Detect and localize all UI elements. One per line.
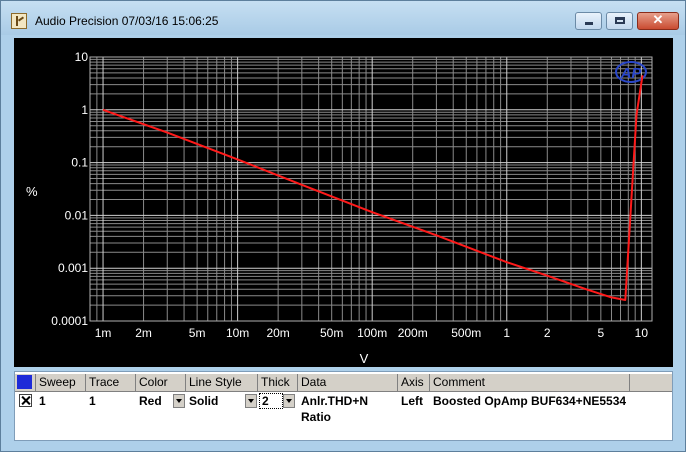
close-icon: ✕ [652,12,664,27]
maximize-icon [615,17,625,24]
x-tick-label: 5m [189,326,206,340]
thd-n-chart: 10 1 0.1 0.01 0.001 0.0001 1m 2m 5m 10m 20m 50m 100… [26,50,653,366]
cell-color[interactable]: Red [136,393,172,409]
column-header-filler [630,374,672,392]
minimize-icon [585,22,593,25]
window-title: Audio Precision 07/03/16 15:06:25 [35,14,219,28]
x-tick-label: 2m [135,326,152,340]
sweep-enable-checkbox[interactable] [19,394,32,407]
color-dropdown-button[interactable] [173,394,185,408]
x-tick-label: 1 [503,326,510,340]
y-tick-label: 0.0001 [51,314,88,328]
x-tick-label: 1m [95,326,112,340]
maximize-button[interactable] [606,12,633,30]
y-tick-labels: 10 1 0.1 0.01 0.001 0.0001 [51,50,88,328]
column-header-color[interactable]: Color [136,374,186,392]
x-tick-label: 20m [266,326,289,340]
x-tick-label: 5 [597,326,604,340]
column-header-comment[interactable]: Comment [430,374,630,392]
x-tick-label: 10m [226,326,249,340]
x-tick-label: 2 [544,326,551,340]
line-style-dropdown-button[interactable] [245,394,257,408]
ap-logo-text: AP [620,65,643,82]
major-grid [90,57,652,322]
cell-sweep[interactable]: 1 [36,393,86,409]
cell-data[interactable]: Anlr.THD+N Ratio [298,393,398,424]
color-swatch [17,375,32,389]
header-color-swatch[interactable] [15,374,36,392]
cell-line-style[interactable]: Solid [186,393,244,409]
x-tick-label: 10 [635,326,649,340]
x-axis-label: V [360,351,369,366]
x-tick-label: 100m [357,326,387,340]
cell-trace[interactable]: 1 [86,393,136,409]
cell-comment[interactable]: Boosted OpAmp BUF634+NE5534 [430,393,640,409]
thick-dropdown-button[interactable] [283,394,295,408]
column-header-data[interactable]: Data [298,374,398,392]
minimize-button[interactable] [575,12,602,30]
plot-frame [89,56,653,322]
column-header-sweep[interactable]: Sweep [36,374,86,392]
x-tick-label: 200m [398,326,428,340]
y-tick-label: 0.001 [58,261,88,275]
column-header-trace[interactable]: Trace [86,374,136,392]
close-button[interactable]: ✕ [637,12,679,30]
title-bar[interactable]: Audio Precision 07/03/16 15:06:25 ✕ [1,1,685,35]
audio-precision-app-icon[interactable] [11,13,27,29]
cell-axis[interactable]: Left [398,393,430,409]
x-tick-labels: 1m 2m 5m 10m 20m 50m 100m 200m 500m 1 2 5 10 [95,326,649,340]
x-tick-label: 50m [320,326,343,340]
y-tick-label: 0.01 [65,208,89,222]
sweep-table: Sweep Trace Color Line Style Thick Data … [14,371,673,441]
y-axis-label: % [26,184,38,199]
column-header-thick[interactable]: Thick [258,374,298,392]
plot-area: 10 1 0.1 0.01 0.001 0.0001 1m 2m 5m 10m 20m 50m 100… [14,38,673,367]
column-header-line-style[interactable]: Line Style [186,374,258,392]
x-tick-label: 500m [451,326,481,340]
cell-thick[interactable]: 2 [259,393,283,409]
minor-grid [89,57,652,321]
y-tick-label: 0.1 [71,156,88,170]
app-window: Audio Precision 07/03/16 15:06:25 ✕ 10 1 0… [0,0,686,452]
y-tick-label: 10 [75,50,89,64]
column-header-axis[interactable]: Axis [398,374,430,392]
y-tick-label: 1 [81,103,88,117]
